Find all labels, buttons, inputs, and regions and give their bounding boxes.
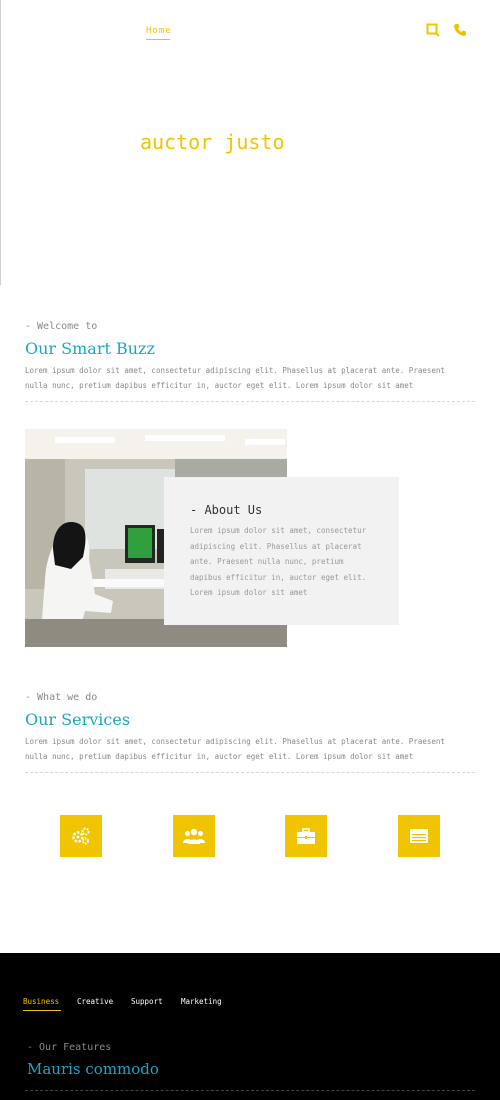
nav-active-underline (146, 39, 170, 40)
services-title: Our Services (25, 710, 131, 729)
briefcase-icon[interactable] (285, 815, 327, 857)
phone-icon[interactable] (453, 22, 467, 36)
tab-support[interactable]: Support (131, 997, 163, 1006)
about-text: Lorem ipsum dolor sit amet, consectetur … (190, 526, 367, 597)
nav-home-link[interactable]: Home (146, 26, 172, 36)
users-icon[interactable] (173, 815, 215, 857)
footer-divider (25, 1090, 475, 1091)
features-kicker: - Our Features (27, 1042, 112, 1053)
tab-marketing[interactable]: Marketing (181, 997, 222, 1006)
gears-icon[interactable] (60, 815, 102, 857)
features-title: Mauris commodo (27, 1060, 159, 1078)
hero-divider (0, 0, 1, 285)
tab-creative[interactable]: Creative (77, 997, 113, 1006)
services-kicker: - What we do (25, 692, 98, 703)
about-title: - About Us (190, 503, 263, 517)
welcome-title: Our Smart Buzz (25, 339, 155, 358)
tab-active-underline (23, 1010, 61, 1011)
welcome-kicker: - Welcome to (25, 321, 98, 332)
tab-business[interactable]: Business (23, 997, 59, 1006)
welcome-text: Lorem ipsum dolor sit amet, consectetur … (25, 366, 445, 390)
services-text: Lorem ipsum dolor sit amet, consectetur … (25, 737, 445, 761)
list-icon[interactable] (398, 815, 440, 857)
section-divider (25, 772, 475, 773)
section-divider (25, 401, 475, 402)
hero-title: auctor justo (140, 130, 285, 154)
search-icon[interactable] (426, 22, 440, 37)
